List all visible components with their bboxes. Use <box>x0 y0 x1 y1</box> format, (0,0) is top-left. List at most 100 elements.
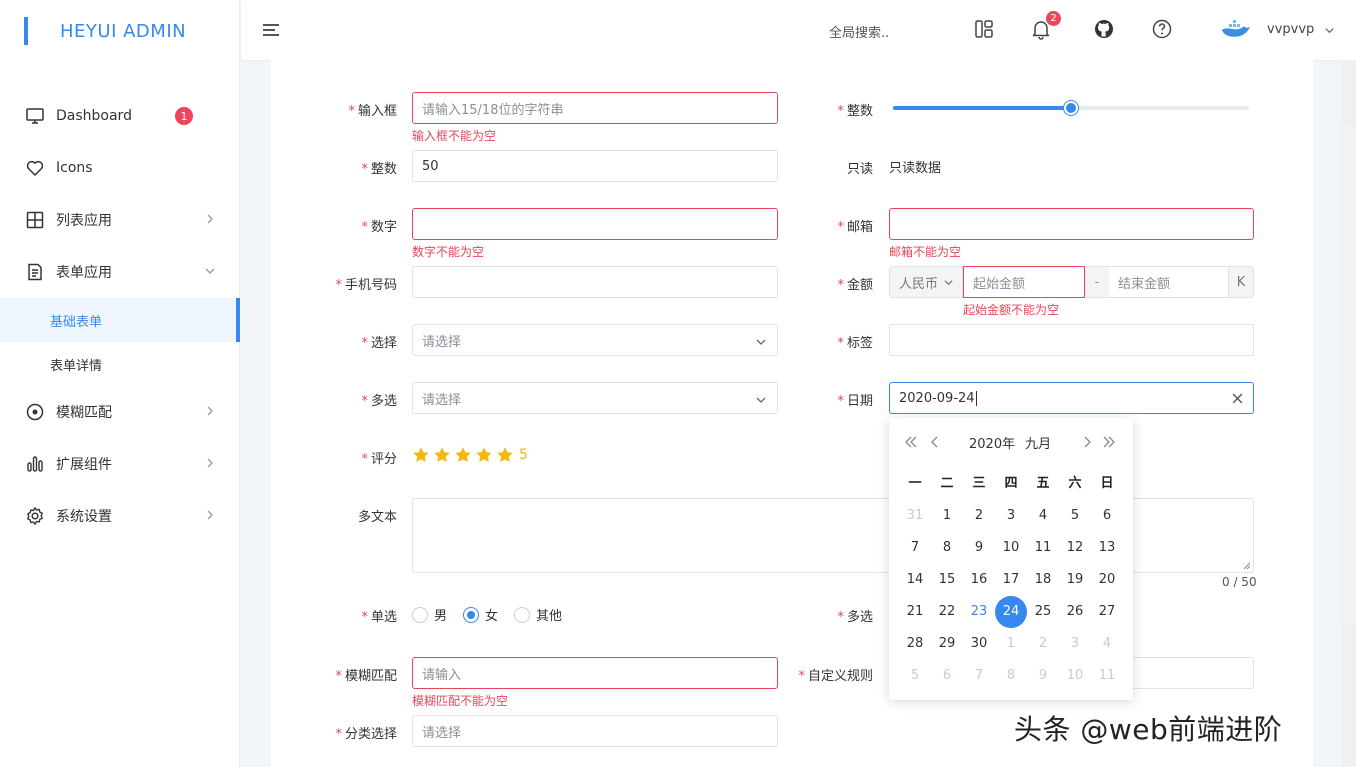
calendar-day[interactable]: 25 <box>1027 596 1059 628</box>
prev-year-icon[interactable] <box>903 434 919 450</box>
logo[interactable]: HEYUI ADMIN <box>24 16 186 46</box>
input-box-error: 输入框不能为空 <box>412 129 497 143</box>
sidebar-item-extensions[interactable]: 扩展组件 <box>0 438 240 490</box>
sidebar-item-form-apps[interactable]: 表单应用 <box>0 246 240 298</box>
category-select[interactable]: 请选择 <box>412 715 778 747</box>
amount-end-input[interactable]: 结束金额 <box>1109 266 1229 298</box>
calendar-day[interactable]: 19 <box>1059 564 1091 596</box>
amount-start-input[interactable]: 起始金额 <box>963 266 1085 298</box>
calendar-day[interactable]: 11 <box>1091 660 1123 692</box>
close-icon[interactable] <box>1231 392 1244 405</box>
tags-input[interactable] <box>889 324 1254 356</box>
calendar-day[interactable]: 13 <box>1091 532 1123 564</box>
next-year-icon[interactable] <box>1101 434 1117 450</box>
integer-slider[interactable] <box>893 101 1249 115</box>
sidebar-item-dashboard[interactable]: Dashboard 1 <box>0 90 240 142</box>
calendar-day[interactable]: 4 <box>1027 500 1059 532</box>
calendar-day[interactable]: 18 <box>1027 564 1059 596</box>
calendar-day[interactable]: 1 <box>995 628 1027 660</box>
help-icon[interactable] <box>1151 18 1173 40</box>
calendar-day[interactable]: 14 <box>899 564 931 596</box>
calendar-day[interactable]: 10 <box>995 532 1027 564</box>
sidebar-subitem-basic-form[interactable]: 基础表单 <box>0 298 240 342</box>
calendar-day[interactable]: 30 <box>963 628 995 660</box>
currency-select[interactable]: 人民币 <box>889 266 963 298</box>
calendar-day[interactable]: 3 <box>995 500 1027 532</box>
fuzzy-input[interactable]: 请输入 <box>412 657 778 689</box>
resize-handle-icon[interactable] <box>1243 562 1251 570</box>
star-icon[interactable] <box>412 446 430 464</box>
prev-month-icon[interactable] <box>927 434 943 450</box>
rating-stars[interactable]: 5 <box>412 446 528 464</box>
sidebar-subitem-form-detail[interactable]: 表单详情 <box>0 342 240 386</box>
star-icon[interactable] <box>496 446 514 464</box>
calendar-year[interactable]: 2020年 <box>969 437 1015 452</box>
calendar-day[interactable]: 27 <box>1091 596 1123 628</box>
calendar-day[interactable]: 7 <box>963 660 995 692</box>
calendar-day[interactable]: 21 <box>899 596 931 628</box>
avatar[interactable] <box>1221 18 1251 40</box>
star-icon[interactable] <box>475 446 493 464</box>
calendar-day[interactable]: 28 <box>899 628 931 660</box>
calendar-day[interactable]: 17 <box>995 564 1027 596</box>
sidebar-item-fuzzy-match[interactable]: 模糊匹配 <box>0 386 240 438</box>
calendar-day[interactable]: 22 <box>931 596 963 628</box>
calendar-day[interactable]: 6 <box>931 660 963 692</box>
calendar-day[interactable]: 2 <box>1027 628 1059 660</box>
sidebar-item-settings[interactable]: 系统设置 <box>0 490 240 542</box>
phone-input[interactable] <box>412 266 778 298</box>
calendar-month[interactable]: 九月 <box>1025 437 1051 452</box>
chevron-down-icon[interactable] <box>1324 25 1335 36</box>
star-icon[interactable] <box>454 446 472 464</box>
calendar-day[interactable]: 7 <box>899 532 931 564</box>
radio-male[interactable]: 男 <box>412 605 447 624</box>
calendar-day[interactable]: 6 <box>1091 500 1123 532</box>
calendar-day[interactable]: 1 <box>931 500 963 532</box>
calendar-day[interactable]: 23 <box>963 596 995 628</box>
calendar-day[interactable]: 3 <box>1059 628 1091 660</box>
radio-female[interactable]: 女 <box>463 605 498 624</box>
calendar-day[interactable]: 5 <box>899 660 931 692</box>
calendar-day[interactable]: 2 <box>963 500 995 532</box>
calendar-grid: 一二三四五六日 31 1 2 3 4 5 6 7 8 9 10 11 12 13 14 15 16 17 18 19 20… <box>899 468 1123 692</box>
calendar-day[interactable]: 24 <box>995 596 1027 628</box>
radio-other[interactable]: 其他 <box>514 605 562 624</box>
slider-handle[interactable] <box>1064 101 1078 115</box>
input-box-field[interactable]: 请输入15/18位的字符串 <box>412 92 778 124</box>
github-icon[interactable] <box>1093 18 1115 40</box>
calendar-day[interactable]: 29 <box>931 628 963 660</box>
chevron-right-icon <box>207 510 213 520</box>
calendar-day[interactable]: 31 <box>899 500 931 532</box>
star-icon[interactable] <box>433 446 451 464</box>
calendar-day[interactable]: 9 <box>1027 660 1059 692</box>
calendar-day[interactable]: 12 <box>1059 532 1091 564</box>
select-dropdown[interactable]: 请选择 <box>412 324 778 356</box>
global-search-input[interactable]: 全局搜索.. <box>829 22 889 41</box>
calendar-day[interactable]: 16 <box>963 564 995 596</box>
sidebar-item-list-apps[interactable]: 列表应用 <box>0 194 240 246</box>
calendar-day[interactable]: 10 <box>1059 660 1091 692</box>
calendar-day[interactable]: 5 <box>1059 500 1091 532</box>
next-month-icon[interactable] <box>1079 434 1095 450</box>
calendar-day[interactable]: 15 <box>931 564 963 596</box>
radio-dot <box>412 606 428 623</box>
scrollbar-thumb[interactable] <box>1343 125 1354 625</box>
chevron-right-icon <box>207 458 213 468</box>
multi-select-dropdown[interactable]: 请选择 <box>412 382 778 414</box>
calendar-day[interactable]: 20 <box>1091 564 1123 596</box>
calendar-day[interactable]: 8 <box>995 660 1027 692</box>
sidebar-subitem-label: 表单详情 <box>50 358 103 374</box>
calendar-day[interactable]: 4 <box>1091 628 1123 660</box>
username[interactable]: vvpvvp <box>1267 22 1314 37</box>
calendar-day[interactable]: 26 <box>1059 596 1091 628</box>
calendar-day[interactable]: 8 <box>931 532 963 564</box>
calendar-day[interactable]: 9 <box>963 532 995 564</box>
date-input[interactable]: 2020-09-24 <box>889 382 1254 414</box>
number-input[interactable] <box>412 208 778 240</box>
calendar-day[interactable]: 11 <box>1027 532 1059 564</box>
layout-icon[interactable] <box>973 18 995 40</box>
sidebar-item-icons[interactable]: Icons <box>0 142 240 194</box>
integer-input[interactable]: 50 <box>412 150 778 182</box>
email-input[interactable] <box>889 208 1254 240</box>
menu-toggle-icon[interactable] <box>263 24 279 39</box>
